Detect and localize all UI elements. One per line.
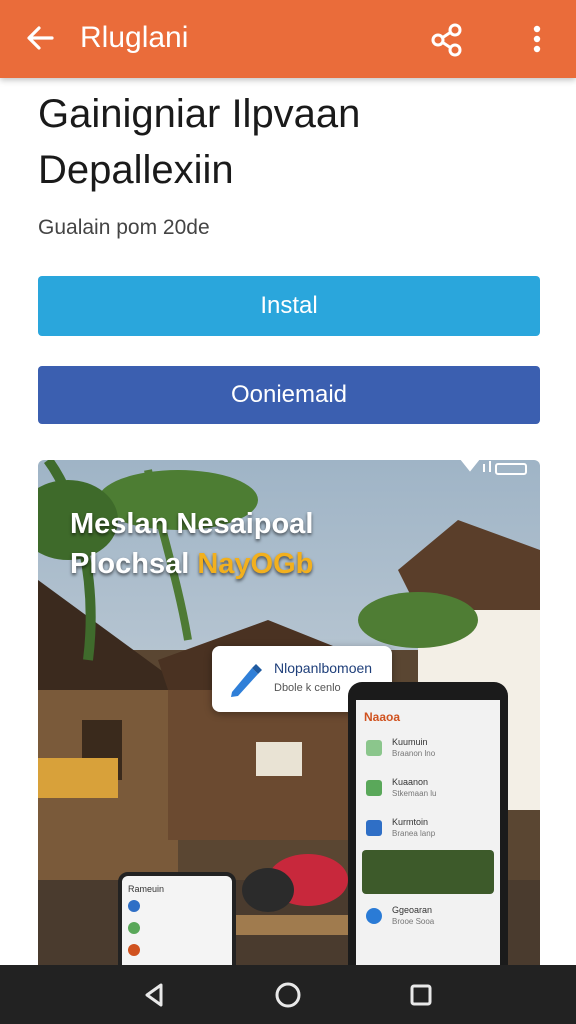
phone-item-label: Kurmtoin — [392, 817, 429, 827]
phone-list-item: Ggeoaran Brooe Sooa — [364, 902, 494, 932]
list-app-icon — [366, 908, 382, 924]
phone-item-label: Kuumuin — [392, 737, 428, 747]
system-nav-bar — [0, 965, 576, 1024]
banner-headline-accent: NayOGb — [197, 548, 314, 580]
phone-item-sub: Braanon lno — [392, 749, 436, 758]
app-title-line1: Gainigniar Ilpvaan — [38, 92, 361, 136]
callout-title: Nlopanlbomoen — [274, 660, 373, 676]
phone-item-label: Kuaanon — [392, 777, 429, 787]
more-vert-icon[interactable] — [522, 20, 552, 60]
app-subtitle: Gualain pom 20de — [38, 216, 210, 239]
phone-item-sub: Branea lanp — [392, 829, 436, 838]
list-app-icon — [128, 900, 140, 912]
phone-screen-title: Naaoa — [364, 710, 401, 724]
share-icon[interactable] — [426, 20, 466, 60]
phone-screen: Naaoa Kuumuin Braanon lno Kuaanon Stkema… — [356, 700, 500, 965]
banner-headline: Meslan Nesaipoal Plochsal NayOGb — [70, 504, 313, 584]
promo-banner-image[interactable]: Meslan Nesaipoal Plochsal NayOGb Nlopanl… — [38, 460, 540, 965]
list-app-icon — [366, 740, 382, 756]
list-app-icon — [366, 820, 382, 836]
phone-item-label: Ggeoaran — [392, 905, 433, 915]
list-app-icon — [366, 780, 382, 796]
nav-home-icon[interactable] — [270, 977, 306, 1013]
callout-subtitle: Dbole k cenlo — [274, 682, 341, 694]
phone-photo-thumbnail — [362, 850, 494, 894]
banner-second-phone-mockup: Rameuin — [118, 872, 236, 965]
phone-list-item: Kuumuin Braanon lno — [364, 734, 494, 764]
arrow-left-icon[interactable] — [22, 20, 58, 56]
nav-recents-icon[interactable] — [403, 977, 439, 1013]
nav-back-icon[interactable] — [137, 977, 173, 1013]
list-app-icon — [128, 922, 140, 934]
banner-headline-line2: Plochsal NayOGb — [70, 544, 313, 584]
app-bar-title: Rluglani — [80, 21, 189, 54]
banner-phone-mockup: Naaoa Kuumuin Braanon lno Kuaanon Stkema… — [348, 682, 508, 965]
app-bar: Rluglani — [0, 0, 576, 78]
app-title: Gainigniar Ilpvaan Depallexiin — [38, 86, 538, 198]
pen-icon — [226, 660, 264, 698]
list-app-icon — [128, 944, 140, 956]
banner-headline-line1: Meslan Nesaipoal — [70, 508, 314, 540]
app-title-line2: Depallexiin — [38, 148, 234, 192]
banner-headline-line2-a: Plochsal — [70, 548, 198, 580]
download-button[interactable]: Ooniemaid — [38, 366, 540, 424]
phone2-title: Rameuin — [128, 884, 165, 894]
phone-item-sub: Stkemaan lu — [392, 789, 437, 798]
phone-item-sub: Brooe Sooa — [392, 917, 435, 926]
phone-list-item: Kuaanon Stkemaan lu — [364, 774, 494, 804]
install-button[interactable]: Instal — [38, 276, 540, 336]
phone-list-item: Kurmtoin Branea lanp — [364, 814, 494, 844]
